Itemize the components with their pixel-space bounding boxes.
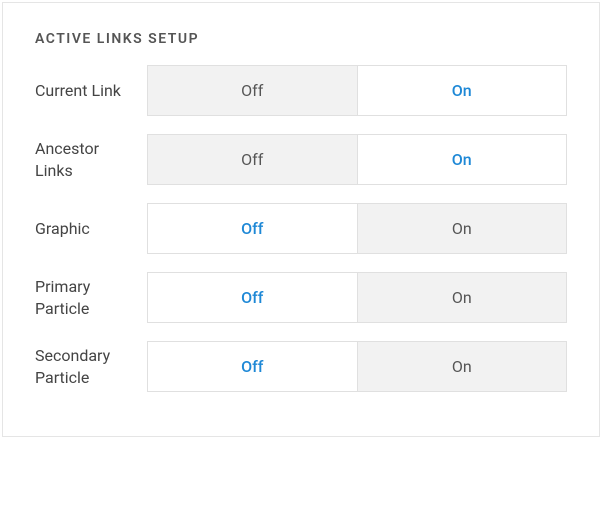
row-secondary-particle: Secondary Particle Off On: [35, 341, 567, 392]
label-ancestor-links: Ancestor Links: [35, 138, 147, 181]
toggle-off-graphic[interactable]: Off: [148, 204, 357, 253]
row-primary-particle: Primary Particle Off On: [35, 272, 567, 323]
toggle-off-ancestor-links[interactable]: Off: [148, 135, 357, 184]
toggle-on-secondary-particle[interactable]: On: [357, 342, 567, 391]
active-links-panel: ACTIVE LINKS SETUP Current Link Off On A…: [2, 2, 600, 437]
label-secondary-particle: Secondary Particle: [35, 345, 147, 388]
toggle-on-current-link[interactable]: On: [357, 66, 567, 115]
toggle-secondary-particle[interactable]: Off On: [147, 341, 567, 392]
toggle-graphic[interactable]: Off On: [147, 203, 567, 254]
toggle-on-graphic[interactable]: On: [357, 204, 567, 253]
section-title: ACTIVE LINKS SETUP: [35, 31, 567, 47]
toggle-on-ancestor-links[interactable]: On: [357, 135, 567, 184]
toggle-off-current-link[interactable]: Off: [148, 66, 357, 115]
label-graphic: Graphic: [35, 218, 147, 240]
toggle-primary-particle[interactable]: Off On: [147, 272, 567, 323]
toggle-on-primary-particle[interactable]: On: [357, 273, 567, 322]
label-current-link: Current Link: [35, 80, 147, 102]
row-graphic: Graphic Off On: [35, 203, 567, 254]
row-ancestor-links: Ancestor Links Off On: [35, 134, 567, 185]
toggle-ancestor-links[interactable]: Off On: [147, 134, 567, 185]
row-current-link: Current Link Off On: [35, 65, 567, 116]
toggle-current-link[interactable]: Off On: [147, 65, 567, 116]
label-primary-particle: Primary Particle: [35, 276, 147, 319]
toggle-off-primary-particle[interactable]: Off: [148, 273, 357, 322]
toggle-off-secondary-particle[interactable]: Off: [148, 342, 357, 391]
